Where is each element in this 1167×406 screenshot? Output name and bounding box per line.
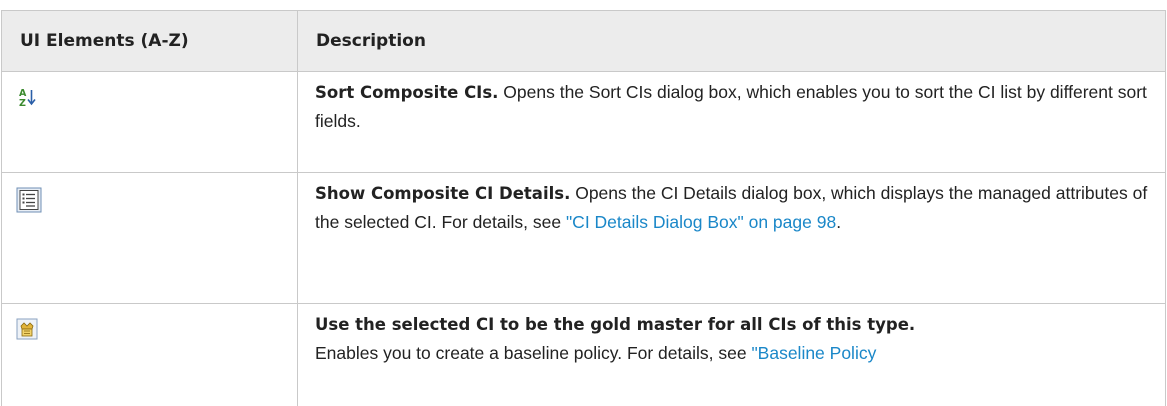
sort-az-icon[interactable]: A Z <box>16 86 38 108</box>
header-ui-elements: UI Elements (A-Z) <box>1 10 298 72</box>
table-row: Show Composite CI Details. Opens the CI … <box>1 172 1166 304</box>
description-cell: Sort Composite CIs. Opens the Sort CIs d… <box>297 71 1166 173</box>
gold-master-icon[interactable] <box>16 318 38 340</box>
ci-details-dialog-link[interactable]: "CI Details Dialog Box" on page 98 <box>566 212 836 232</box>
icon-cell <box>1 303 298 406</box>
row-title: Sort Composite CIs. <box>315 83 499 102</box>
ui-elements-table: UI Elements (A-Z) Description A Z Sort C… <box>1 10 1166 406</box>
row-text: Enables you to create a baseline policy.… <box>315 343 752 363</box>
baseline-policy-link[interactable]: "Baseline Policy <box>751 343 876 363</box>
row-title: Show Composite CI Details. <box>315 184 571 203</box>
header-description: Description <box>297 10 1166 72</box>
table-header-row: UI Elements (A-Z) Description <box>1 10 1166 72</box>
icon-cell <box>1 172 298 304</box>
svg-text:Z: Z <box>19 98 26 108</box>
row-title: Use the selected CI to be the gold maste… <box>315 315 916 334</box>
table-row: Use the selected CI to be the gold maste… <box>1 303 1166 406</box>
row-text-after: . <box>836 212 842 232</box>
description-cell: Use the selected CI to be the gold maste… <box>297 303 1166 406</box>
icon-cell: A Z <box>1 71 298 173</box>
description-cell: Show Composite CI Details. Opens the CI … <box>297 172 1166 304</box>
table-row: A Z Sort Composite CIs. Opens the Sort C… <box>1 71 1166 173</box>
details-window-icon[interactable] <box>16 187 42 213</box>
ui-elements-table-container: UI Elements (A-Z) Description A Z Sort C… <box>0 0 1167 406</box>
